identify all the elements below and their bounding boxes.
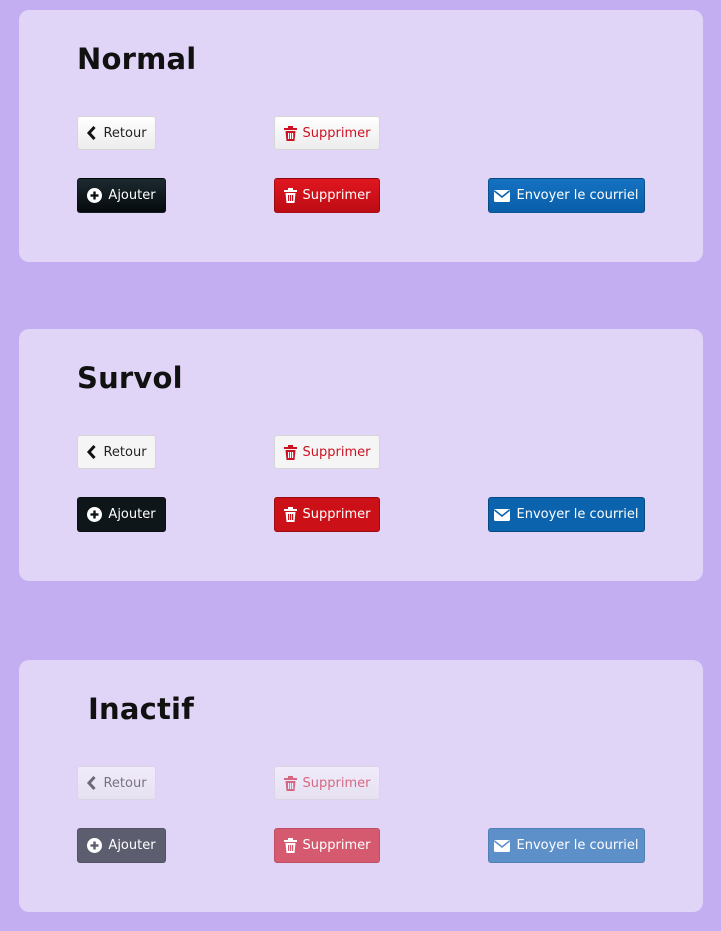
plus-circle-icon (87, 838, 103, 853)
trash-icon (283, 775, 297, 791)
back-button-label: Retour (103, 444, 147, 460)
send-email-button-label: Envoyer le courriel (516, 838, 639, 853)
hover-state-card: Survol Retour Supprimer Ajouter Supprime… (19, 329, 703, 581)
delete-outline-button[interactable]: Supprimer (274, 435, 380, 469)
plus-circle-icon (87, 188, 103, 203)
add-button-label: Ajouter (108, 838, 156, 853)
back-button[interactable]: Retour (77, 435, 156, 469)
send-email-button: Envoyer le courriel (488, 828, 645, 863)
send-email-button-label: Envoyer le courriel (516, 188, 639, 203)
section-title: Survol (77, 361, 183, 395)
add-button-label: Ajouter (108, 507, 156, 522)
trash-icon (283, 125, 297, 141)
delete-button-label: Supprimer (302, 838, 371, 853)
section-title: Normal (77, 42, 197, 76)
chevron-left-icon (86, 445, 97, 459)
back-button[interactable]: Retour (77, 116, 156, 150)
back-button: Retour (77, 766, 156, 800)
chevron-left-icon (86, 776, 97, 790)
send-email-button-label: Envoyer le courriel (516, 507, 639, 522)
trash-icon (283, 444, 297, 460)
add-button-label: Ajouter (108, 188, 156, 203)
envelope-icon (494, 508, 511, 521)
delete-outline-button: Supprimer (274, 766, 380, 800)
envelope-icon (494, 839, 511, 852)
delete-button[interactable]: Supprimer (274, 497, 380, 532)
delete-button[interactable]: Supprimer (274, 178, 380, 213)
add-button: Ajouter (77, 828, 166, 863)
delete-outline-button-label: Supprimer (302, 125, 371, 141)
back-button-label: Retour (103, 775, 147, 791)
envelope-icon (494, 189, 511, 202)
normal-state-card: Normal Retour Supprimer Ajouter Supprime… (19, 10, 703, 262)
disabled-state-card: Inactif Retour Supprimer Ajouter Supprim… (19, 660, 703, 912)
add-button[interactable]: Ajouter (77, 497, 166, 532)
delete-button-label: Supprimer (302, 188, 371, 203)
delete-button: Supprimer (274, 828, 380, 863)
chevron-left-icon (86, 126, 97, 140)
trash-icon (283, 838, 297, 853)
delete-outline-button-label: Supprimer (302, 444, 371, 460)
delete-outline-button-label: Supprimer (302, 775, 371, 791)
trash-icon (283, 507, 297, 522)
add-button[interactable]: Ajouter (77, 178, 166, 213)
section-title: Inactif (88, 692, 195, 726)
plus-circle-icon (87, 507, 103, 522)
trash-icon (283, 188, 297, 203)
delete-button-label: Supprimer (302, 507, 371, 522)
back-button-label: Retour (103, 125, 147, 141)
send-email-button[interactable]: Envoyer le courriel (488, 178, 645, 213)
send-email-button[interactable]: Envoyer le courriel (488, 497, 645, 532)
delete-outline-button[interactable]: Supprimer (274, 116, 380, 150)
